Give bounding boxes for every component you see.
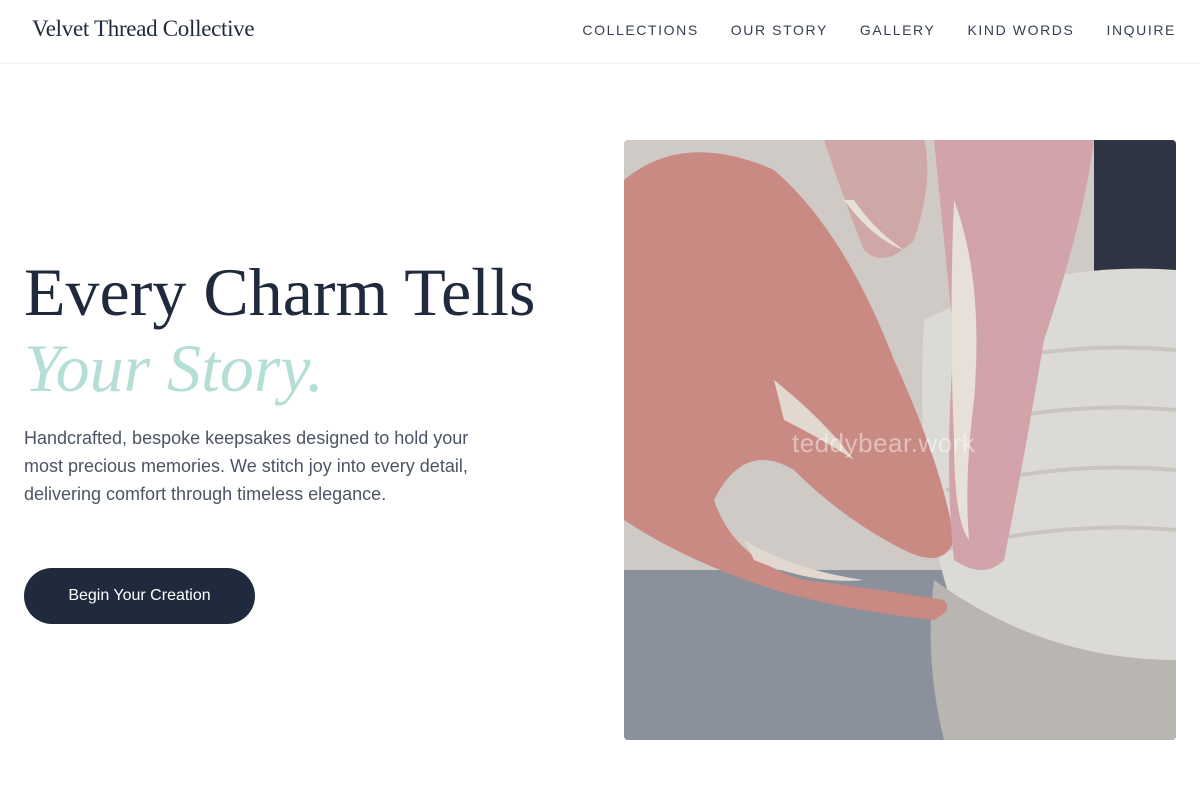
brand-logo[interactable]: Velvet Thread Collective xyxy=(32,16,255,42)
hero-image: teddybear.work xyxy=(624,140,1176,740)
nav-item-collections[interactable]: COLLECTIONS xyxy=(582,22,698,38)
main-nav: COLLECTIONS OUR STORY GALLERY KIND WORDS… xyxy=(550,22,1176,38)
nav-item-our-story[interactable]: OUR STORY xyxy=(731,22,828,38)
begin-creation-button[interactable]: Begin Your Creation xyxy=(24,568,255,624)
nav-item-kind-words[interactable]: KIND WORDS xyxy=(967,22,1074,38)
hero-title-line1: Every Charm Tells xyxy=(24,254,536,330)
hero-title: Every Charm Tells Your Story. xyxy=(24,254,535,406)
image-watermark: teddybear.work xyxy=(792,428,976,458)
nav-item-inquire[interactable]: INQUIRE xyxy=(1106,22,1176,38)
site-header: Velvet Thread Collective COLLECTIONS OUR… xyxy=(0,0,1200,64)
hero-description: Handcrafted, bespoke keepsakes designed … xyxy=(24,428,469,504)
nav-item-gallery[interactable]: GALLERY xyxy=(860,22,936,38)
hero-title-line2: Your Story. xyxy=(24,330,324,406)
